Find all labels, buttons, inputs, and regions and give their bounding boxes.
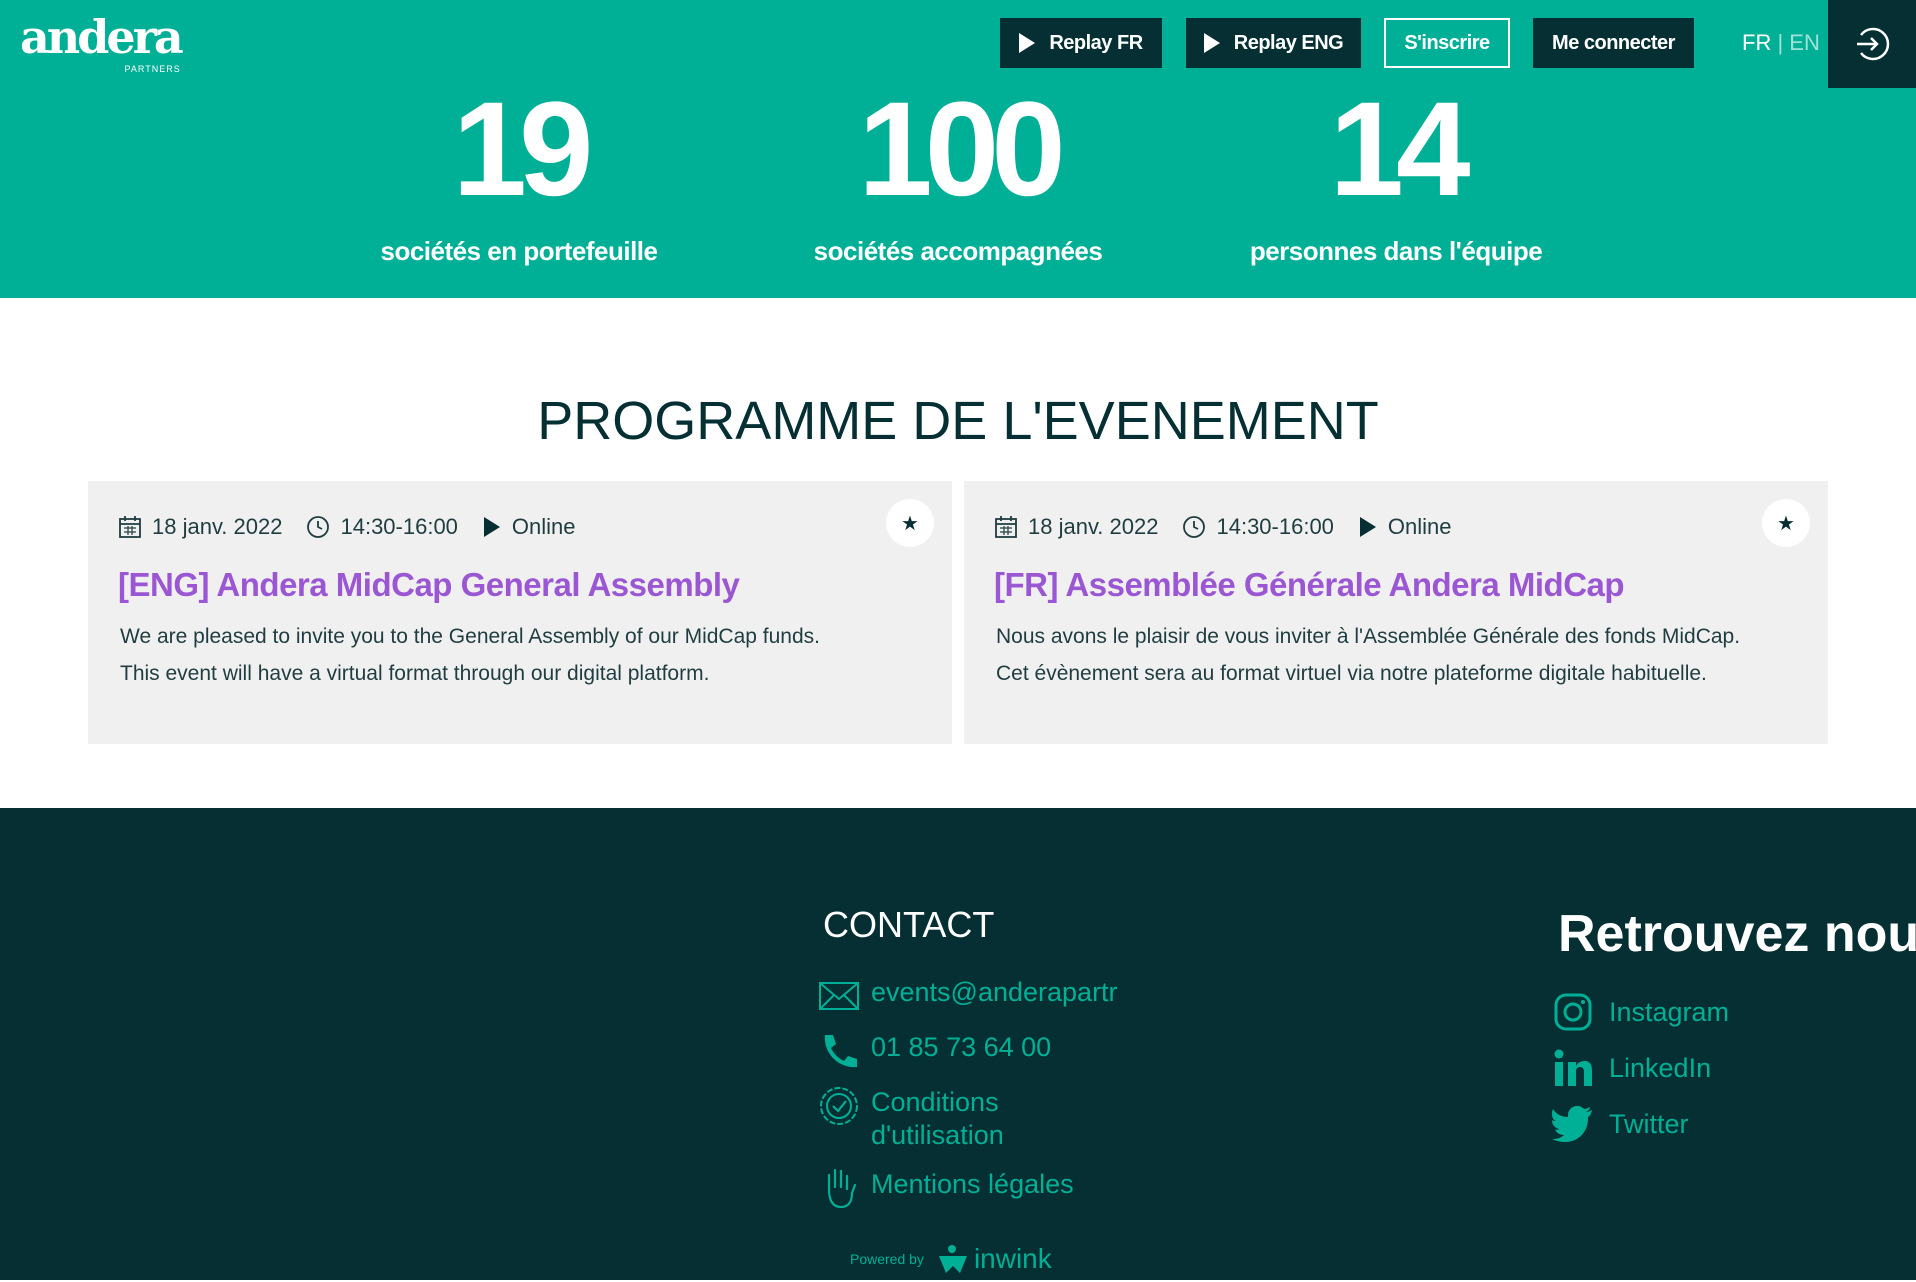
stat-label: personnes dans l'équipe xyxy=(1249,236,1543,266)
inwink-brand: inwink xyxy=(973,1243,1052,1274)
email-text: events@anderapartr xyxy=(871,977,1118,1007)
event-desc-line: We are pleased to invite you to the Gene… xyxy=(120,625,820,648)
event-meta: 18 janv. 2022 14:30-16:00 Online xyxy=(118,514,600,540)
event-title[interactable]: [ENG] Andera MidCap General Assembly xyxy=(118,566,740,604)
calendar-icon xyxy=(995,516,1017,538)
play-icon xyxy=(1019,33,1036,53)
play-icon xyxy=(1359,517,1376,537)
stat-label: sociétés accompagnées xyxy=(813,236,1103,266)
logo-text: andera xyxy=(20,10,184,64)
hero-banner: andera PARTNERS Replay FR Replay ENG S'i… xyxy=(0,0,1916,298)
terms-text: Conditions d'utilisation xyxy=(871,1087,1004,1150)
register-button[interactable]: S'inscrire xyxy=(1384,18,1510,68)
sign-in-icon xyxy=(1857,27,1890,61)
event-desc-line: Nous avons le plaisir de vous inviter à … xyxy=(996,625,1741,648)
footer: CONTACT events@anderapartr 01 85 73 64 0… xyxy=(0,808,1916,1282)
play-icon xyxy=(483,517,500,537)
replay-fr-button[interactable]: Replay FR xyxy=(1000,18,1162,68)
instagram-label: Instagram xyxy=(1609,996,1730,1027)
contact-title: CONTACT xyxy=(823,904,995,945)
event-date: 18 janv. 2022 xyxy=(1028,514,1159,539)
twitter-label: Twitter xyxy=(1609,1108,1689,1139)
linkedin-link[interactable]: LinkedIn xyxy=(1551,1046,1711,1090)
lang-en[interactable]: EN xyxy=(1789,30,1820,55)
email-link[interactable]: events@anderapartr xyxy=(817,976,1131,1016)
mail-icon xyxy=(819,982,859,1010)
stat-team: 14 personnes dans l'équipe xyxy=(1246,75,1546,267)
register-label: S'inscrire xyxy=(1404,31,1490,54)
star-icon: ★ xyxy=(901,512,919,535)
linkedin-icon xyxy=(1554,1049,1592,1086)
logo-subtext: PARTNERS xyxy=(124,64,181,74)
powered-by[interactable]: Powered by inwink xyxy=(850,1243,1052,1275)
event-description: Nous avons le plaisir de vous inviter à … xyxy=(996,618,1816,692)
certified-badge-icon xyxy=(820,1087,858,1125)
powered-by-label: Powered by xyxy=(850,1251,924,1267)
lang-separator: | xyxy=(1777,30,1784,55)
event-title[interactable]: [FR] Assemblée Générale Andera MidCap xyxy=(994,566,1625,604)
stat-portfolio: 19 sociétés en portefeuille xyxy=(369,75,669,267)
language-switcher: FR | EN xyxy=(1742,30,1820,56)
phone-text: 01 85 73 64 00 xyxy=(871,1032,1052,1062)
login-button[interactable]: Me connecter xyxy=(1533,18,1694,68)
replay-eng-label: Replay ENG xyxy=(1233,31,1344,54)
favorite-star-button[interactable]: ★ xyxy=(886,499,934,547)
event-card[interactable]: 18 janv. 2022 14:30-16:00 Online ★ [ENG]… xyxy=(88,481,952,744)
hand-icon xyxy=(827,1168,857,1209)
stat-supported: 100 sociétés accompagnées xyxy=(808,75,1108,267)
event-desc-line: Cet évènement sera au format virtuel via… xyxy=(996,662,1707,685)
login-label: Me connecter xyxy=(1552,31,1675,54)
clock-icon xyxy=(1183,516,1206,538)
stat-number: 14 xyxy=(1329,75,1470,224)
clock-icon xyxy=(307,516,330,538)
event-card[interactable]: 18 janv. 2022 14:30-16:00 Online ★ [FR] … xyxy=(964,481,1828,744)
stat-number: 100 xyxy=(858,75,1066,224)
event-mode: Online xyxy=(511,514,576,539)
phone-icon xyxy=(824,1035,857,1068)
instagram-link[interactable]: Instagram xyxy=(1551,990,1729,1034)
event-date: 18 janv. 2022 xyxy=(152,514,283,539)
twitter-link[interactable]: Twitter xyxy=(1551,1102,1689,1146)
event-time: 14:30-16:00 xyxy=(1216,514,1334,539)
legal-link[interactable]: Mentions légales xyxy=(817,1168,1131,1209)
event-meta: 18 janv. 2022 14:30-16:00 Online xyxy=(994,514,1476,540)
social-title: Retrouvez nous xyxy=(1558,905,1916,963)
star-icon: ★ xyxy=(1777,512,1795,535)
terms-link[interactable]: Conditions d'utilisation xyxy=(817,1086,1131,1152)
event-mode: Online xyxy=(1387,514,1452,539)
event-desc-line: This event will have a virtual format th… xyxy=(120,662,710,685)
twitter-icon xyxy=(1552,1106,1592,1142)
replay-fr-label: Replay FR xyxy=(1049,31,1143,54)
play-icon xyxy=(1203,33,1220,53)
calendar-icon xyxy=(119,516,141,538)
stat-number: 19 xyxy=(452,75,593,224)
stat-label: sociétés en portefeuille xyxy=(380,236,658,266)
andera-logo[interactable]: andera PARTNERS xyxy=(20,10,184,74)
legal-text: Mentions légales xyxy=(871,1169,1074,1199)
programme-title: PROGRAMME DE L'EVENEMENT xyxy=(537,391,1379,451)
phone-link[interactable]: 01 85 73 64 00 xyxy=(817,1031,1131,1071)
instagram-icon xyxy=(1554,993,1592,1031)
inwink-logo-icon xyxy=(938,1245,967,1273)
replay-eng-button[interactable]: Replay ENG xyxy=(1186,18,1361,68)
event-description: We are pleased to invite you to the Gene… xyxy=(120,618,940,692)
lang-fr[interactable]: FR xyxy=(1742,30,1771,55)
linkedin-label: LinkedIn xyxy=(1609,1052,1712,1083)
sign-in-icon-button[interactable] xyxy=(1828,0,1916,88)
favorite-star-button[interactable]: ★ xyxy=(1762,499,1810,547)
event-time: 14:30-16:00 xyxy=(340,514,458,539)
